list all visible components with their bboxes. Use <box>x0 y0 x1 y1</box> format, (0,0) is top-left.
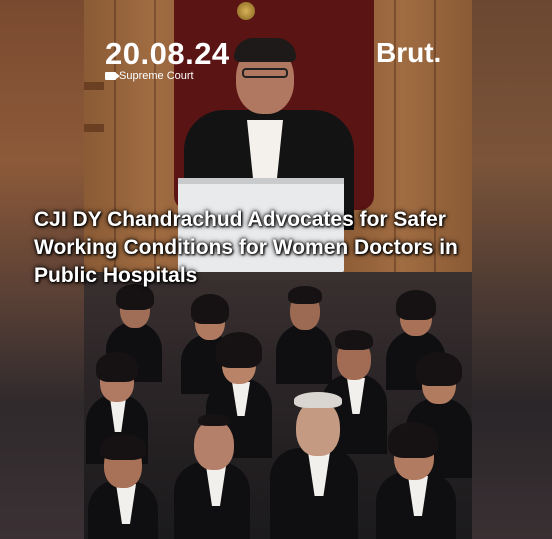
source-label: Supreme Court <box>105 70 194 82</box>
video-camera-icon <box>105 72 120 80</box>
emblem-icon <box>237 2 255 20</box>
courtroom-audience-panel <box>84 272 472 539</box>
brand-logo: Brut. <box>376 37 442 68</box>
video-date: 20.08.24 <box>105 36 230 71</box>
headline: CJI DY Chandrachud Advocates for Safer W… <box>34 208 458 287</box>
podium-top <box>178 178 344 184</box>
source-label-text: Supreme Court <box>119 70 194 82</box>
image-frame: 20.08.24 Supreme Court Brut. CJI DY Chan… <box>0 0 552 539</box>
judge-hair <box>234 38 296 62</box>
wall-shelf <box>84 82 104 90</box>
wall-shelf <box>84 124 104 132</box>
judge-glasses <box>242 68 288 78</box>
